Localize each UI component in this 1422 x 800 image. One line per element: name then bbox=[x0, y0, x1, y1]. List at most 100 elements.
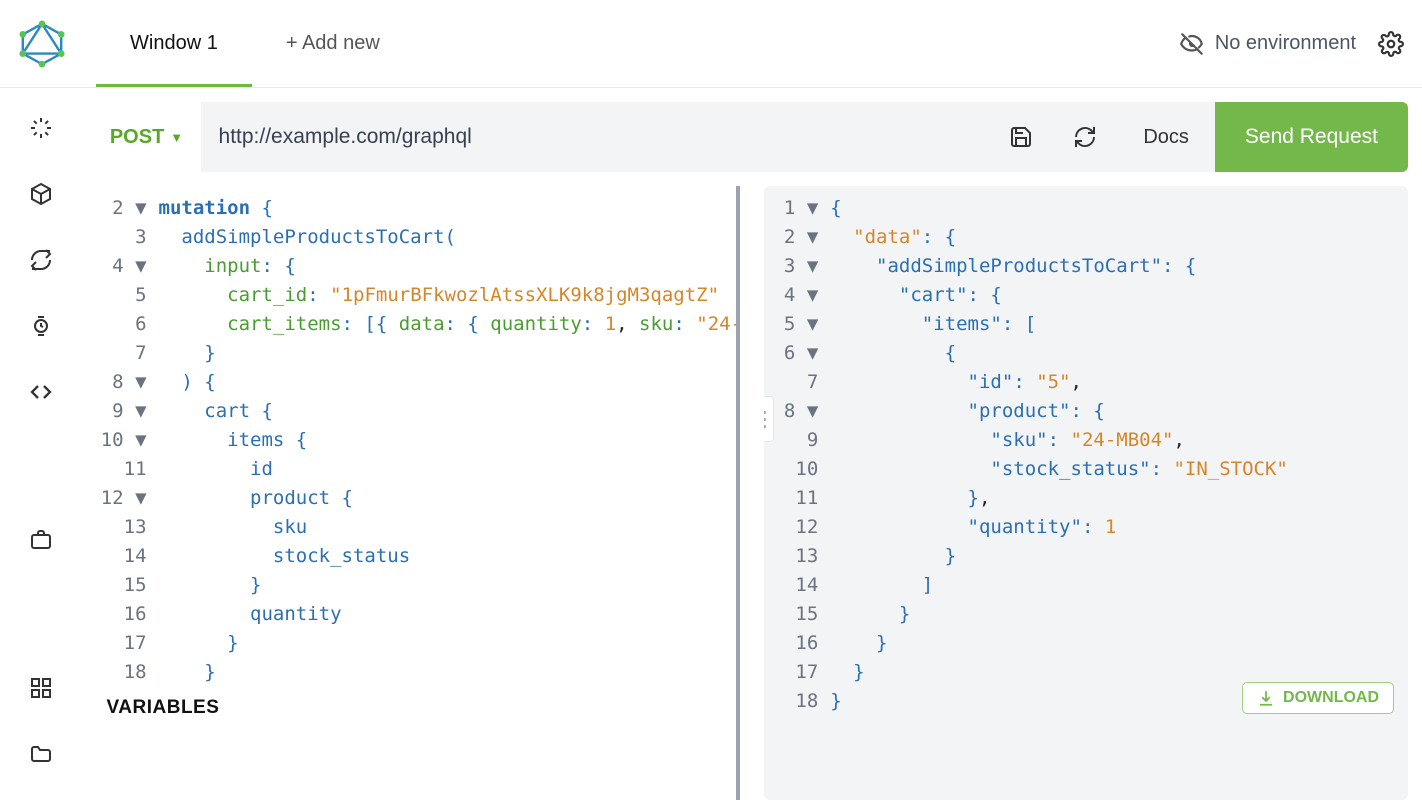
code-line[interactable]: 5 ▼ "items": [ bbox=[764, 310, 1408, 339]
environment-selector[interactable]: No environment bbox=[1179, 31, 1356, 57]
line-number: 6 ▼ bbox=[764, 339, 830, 368]
docs-label: Docs bbox=[1143, 126, 1189, 148]
tab-window-1[interactable]: Window 1 bbox=[96, 0, 252, 87]
code-line[interactable]: 12 "quantity": 1 bbox=[764, 513, 1408, 542]
code-line[interactable]: 10 ▼ items { bbox=[93, 426, 737, 455]
code-line[interactable]: 9 "sku": "24-MB04", bbox=[764, 426, 1408, 455]
save-button[interactable] bbox=[989, 125, 1053, 149]
code-line[interactable]: 16 quantity bbox=[93, 600, 737, 629]
side-rail bbox=[0, 88, 83, 800]
code-line[interactable]: 15 } bbox=[764, 600, 1408, 629]
line-number: 5 bbox=[93, 281, 159, 310]
graphql-logo-icon bbox=[18, 20, 66, 68]
line-number: 7 bbox=[764, 368, 830, 397]
code-line[interactable]: 9 ▼ cart { bbox=[93, 397, 737, 426]
variables-label: VARIABLES bbox=[107, 697, 220, 718]
line-number: 4 ▼ bbox=[764, 281, 830, 310]
method-label: POST bbox=[110, 126, 164, 149]
line-number: 1 ▼ bbox=[764, 194, 830, 223]
code-line[interactable]: 8 ▼ "product": { bbox=[764, 397, 1408, 426]
code-line[interactable]: 16 } bbox=[764, 629, 1408, 658]
save-icon bbox=[1009, 125, 1033, 149]
pane-splitter-handle[interactable] bbox=[764, 396, 774, 442]
rail-briefcase-icon[interactable] bbox=[29, 528, 53, 552]
top-bar: Window 1 + Add new No environment bbox=[0, 0, 1422, 88]
download-label: DOWNLOAD bbox=[1283, 689, 1379, 707]
query-editor[interactable]: 2 ▼mutation {3 addSimpleProductsToCart(4… bbox=[93, 186, 741, 800]
line-number: 16 bbox=[764, 629, 830, 658]
line-number: 14 bbox=[764, 571, 830, 600]
line-number: 3 bbox=[93, 223, 159, 252]
rail-cube-icon[interactable] bbox=[29, 182, 53, 206]
code-line[interactable]: 10 "stock_status": "IN_STOCK" bbox=[764, 455, 1408, 484]
download-button[interactable]: DOWNLOAD bbox=[1242, 682, 1394, 714]
code-line[interactable]: 3 addSimpleProductsToCart( bbox=[93, 223, 737, 252]
code-line[interactable]: 18 } bbox=[93, 658, 737, 687]
line-number: 16 bbox=[93, 600, 159, 629]
rail-apps-icon[interactable] bbox=[29, 676, 53, 700]
code-line[interactable]: 3 ▼ "addSimpleProductsToCart": { bbox=[764, 252, 1408, 281]
line-number: 15 bbox=[93, 571, 159, 600]
reload-icon bbox=[1073, 125, 1097, 149]
add-tab-label: + Add new bbox=[286, 32, 380, 55]
eye-off-icon bbox=[1179, 31, 1205, 57]
code-line[interactable]: 15 } bbox=[93, 571, 737, 600]
line-number: 11 bbox=[93, 455, 159, 484]
code-line[interactable]: 5 cart_id: "1pFmurBFkwozlAtssXLK9k8jgM3q… bbox=[93, 281, 737, 310]
code-line[interactable]: 12 ▼ product { bbox=[93, 484, 737, 513]
line-number: 17 bbox=[764, 658, 830, 687]
http-method-selector[interactable]: POST ▼ bbox=[93, 102, 201, 172]
code-line[interactable]: 2 ▼mutation { bbox=[93, 194, 737, 223]
line-number: 13 bbox=[93, 513, 159, 542]
line-number: 17 bbox=[93, 629, 159, 658]
line-number: 2 ▼ bbox=[93, 194, 159, 223]
code-line[interactable]: 11 id bbox=[93, 455, 737, 484]
line-number: 5 ▼ bbox=[764, 310, 830, 339]
line-number: 18 bbox=[764, 687, 830, 716]
chevron-down-icon: ▼ bbox=[170, 130, 183, 145]
code-line[interactable]: 7 } bbox=[93, 339, 737, 368]
rail-folder-icon[interactable] bbox=[29, 742, 53, 766]
line-number: 3 ▼ bbox=[764, 252, 830, 281]
code-line[interactable]: 6 ▼ { bbox=[764, 339, 1408, 368]
url-bar: POST ▼ Docs Send Request bbox=[93, 102, 1408, 172]
tab-strip: Window 1 + Add new bbox=[96, 0, 414, 87]
line-number: 18 bbox=[93, 658, 159, 687]
send-label: Send Request bbox=[1245, 125, 1378, 149]
rail-watch-icon[interactable] bbox=[29, 314, 53, 338]
rail-loading-icon[interactable] bbox=[29, 116, 53, 140]
code-line[interactable]: 7 "id": "5", bbox=[764, 368, 1408, 397]
docs-button[interactable]: Docs bbox=[1117, 126, 1215, 149]
code-line[interactable]: 13 } bbox=[764, 542, 1408, 571]
send-request-button[interactable]: Send Request bbox=[1215, 102, 1408, 172]
settings-button[interactable] bbox=[1378, 31, 1404, 57]
line-number: 8 ▼ bbox=[764, 397, 830, 426]
endpoint-url-input[interactable] bbox=[201, 125, 990, 149]
code-line[interactable]: 1 ▼{ bbox=[764, 194, 1408, 223]
line-number: 2 ▼ bbox=[764, 223, 830, 252]
environment-label: No environment bbox=[1215, 32, 1356, 55]
code-line[interactable]: 4 ▼ input: { bbox=[93, 252, 737, 281]
line-number: 10 ▼ bbox=[93, 426, 159, 455]
gear-icon bbox=[1378, 31, 1404, 57]
code-line[interactable]: 14 stock_status bbox=[93, 542, 737, 571]
line-number: 15 bbox=[764, 600, 830, 629]
code-line[interactable]: 4 ▼ "cart": { bbox=[764, 281, 1408, 310]
line-number: 6 bbox=[93, 310, 159, 339]
line-number: 12 ▼ bbox=[93, 484, 159, 513]
code-line[interactable]: 13 sku bbox=[93, 513, 737, 542]
response-viewer[interactable]: 1 ▼{2 ▼ "data": {3 ▼ "addSimpleProductsT… bbox=[764, 186, 1408, 800]
code-line[interactable]: 11 }, bbox=[764, 484, 1408, 513]
code-line[interactable]: 14 ] bbox=[764, 571, 1408, 600]
rail-code-icon[interactable] bbox=[29, 380, 53, 404]
code-line[interactable]: 8 ▼ ) { bbox=[93, 368, 737, 397]
variables-section-header[interactable]: VARIABLES bbox=[107, 697, 737, 719]
code-line[interactable]: 2 ▼ "data": { bbox=[764, 223, 1408, 252]
rail-refresh-icon[interactable] bbox=[29, 248, 53, 272]
code-line[interactable]: 17 } bbox=[93, 629, 737, 658]
add-tab-button[interactable]: + Add new bbox=[252, 0, 414, 87]
line-number: 9 bbox=[764, 426, 830, 455]
code-line[interactable]: 6 cart_items: [{ data: { quantity: 1, sk… bbox=[93, 310, 737, 339]
line-number: 9 ▼ bbox=[93, 397, 159, 426]
reload-schema-button[interactable] bbox=[1053, 125, 1117, 149]
